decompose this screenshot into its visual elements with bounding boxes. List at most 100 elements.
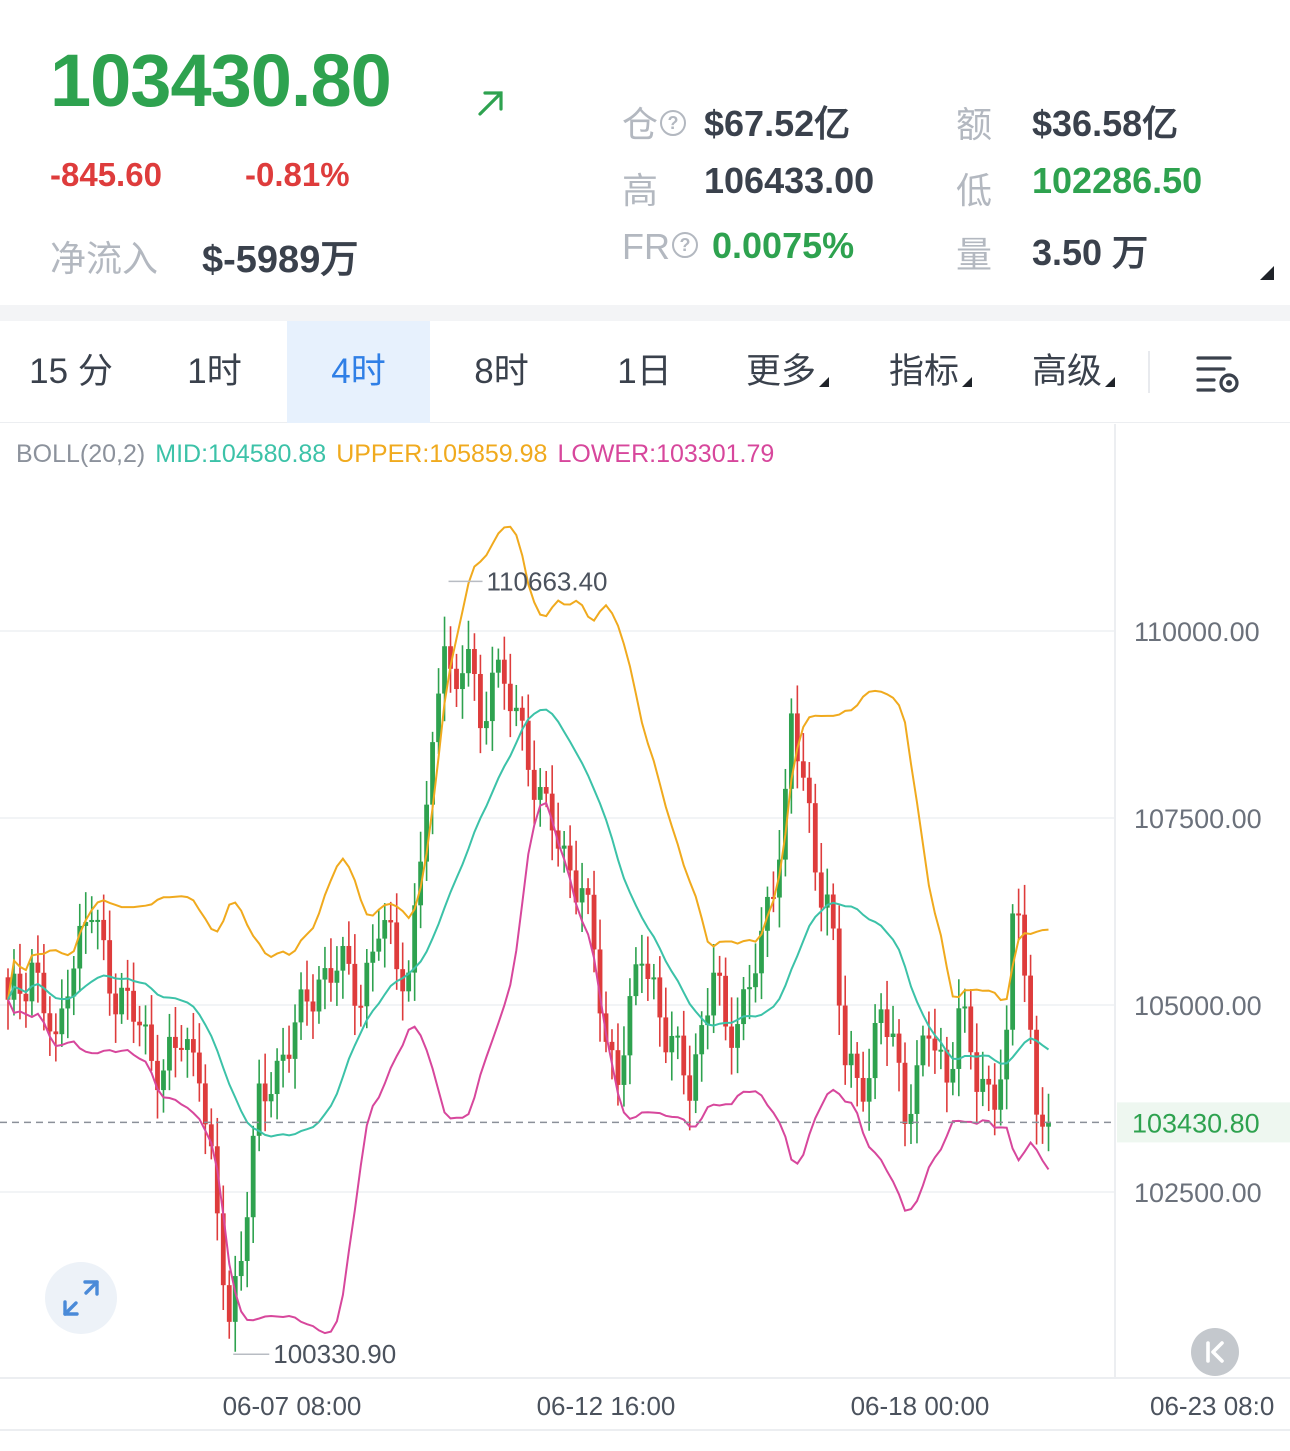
price-change: -845.60 — [50, 156, 162, 193]
question-circle-icon[interactable]: ? — [672, 232, 698, 259]
tab-15m[interactable]: 15 分 — [0, 321, 142, 423]
candle-body — [179, 1047, 184, 1050]
candle-body — [525, 720, 531, 770]
candle-body — [519, 707, 525, 721]
candle-body — [190, 1039, 196, 1053]
candle-body — [699, 1025, 705, 1055]
candle-body — [675, 1035, 681, 1038]
candle-body — [669, 1035, 675, 1053]
candle-body — [968, 1006, 974, 1053]
tab-indicators[interactable]: 指标 — [859, 321, 1002, 423]
candle-body — [1040, 1114, 1045, 1127]
candle-body — [639, 963, 645, 966]
low-label: 低 — [956, 170, 993, 211]
interval-tabs: 15 分 1时 4时 8时 1日 更多 指标 高级 — [0, 321, 1290, 423]
candle-body — [818, 872, 824, 908]
candle-body — [466, 649, 471, 674]
candle-body — [376, 938, 382, 952]
candle-body — [23, 993, 29, 1002]
candle-body — [202, 1083, 208, 1125]
candle-body — [513, 707, 519, 712]
candle-body — [382, 920, 388, 939]
candle-body — [59, 1008, 65, 1035]
candle-body — [484, 721, 489, 729]
candle-body — [932, 1038, 938, 1051]
price-chart[interactable]: 110000.00 107500.00 105000.00 102500.00 1034… — [0, 424, 1290, 1451]
candle-body — [854, 1053, 860, 1078]
candle-body — [872, 1022, 878, 1079]
candle-body — [41, 972, 47, 1014]
question-circle-icon[interactable]: ? — [660, 110, 687, 137]
candle-body — [489, 672, 495, 722]
candle-body — [962, 1006, 968, 1009]
chart-settings-icon[interactable] — [1194, 352, 1242, 394]
candle-body — [753, 973, 758, 988]
candle-body — [531, 769, 537, 800]
boll-upper: UPPER:105859.98 — [336, 440, 548, 468]
candle-body — [633, 964, 639, 997]
candle-body — [663, 1017, 669, 1053]
y-tick-label: 110000.00 — [1134, 617, 1260, 647]
candle-body — [986, 1078, 992, 1085]
candle-body — [388, 920, 394, 923]
candlestick-chart[interactable]: 110000.00 107500.00 105000.00 102500.00 1034… — [0, 424, 1290, 1451]
candle-body — [717, 972, 723, 976]
candle-body — [298, 989, 304, 1023]
candle-body — [729, 1026, 734, 1048]
candle-body — [1022, 914, 1027, 976]
boll-lower: LOWER:103301.79 — [557, 440, 775, 468]
tab-8h[interactable]: 8时 — [430, 321, 573, 423]
high-value: 106433.00 — [704, 160, 875, 201]
candle-body — [884, 1009, 890, 1038]
dropdown-triangle-icon — [819, 377, 829, 387]
candle-body — [53, 1031, 59, 1035]
candle-body — [167, 1036, 172, 1071]
last-price-label: 103430.80 — [1132, 1108, 1260, 1138]
tab-1d[interactable]: 1日 — [573, 321, 716, 423]
candle-body — [460, 673, 465, 690]
candle-body — [89, 919, 95, 923]
tab-4h[interactable]: 4时 — [287, 321, 430, 423]
candle-body — [238, 1261, 244, 1277]
candle-body — [950, 1068, 956, 1083]
candle-body — [1004, 1029, 1010, 1080]
candle-body — [173, 1036, 178, 1048]
candle-body — [1028, 975, 1033, 1030]
candle-body — [591, 894, 597, 950]
tab-more[interactable]: 更多 — [716, 321, 859, 423]
candle-body — [35, 962, 41, 973]
candle-body — [866, 1078, 872, 1102]
price-change-percent: -0.81% — [245, 156, 350, 193]
tab-advanced[interactable]: 高级 — [1002, 321, 1145, 423]
boll-name: BOLL(20,2) — [16, 440, 146, 468]
candle-body — [161, 1070, 166, 1091]
y-tick-label: 107500.00 — [1134, 804, 1262, 834]
candle-body — [196, 1052, 202, 1084]
amount-label: 额 — [956, 104, 993, 145]
fullscreen-button[interactable] — [45, 1262, 117, 1334]
candle-body — [860, 1077, 866, 1102]
candle-body — [878, 1009, 884, 1023]
candle-body — [454, 668, 459, 690]
candle-body — [657, 977, 663, 1018]
candle-body — [101, 919, 107, 941]
candle-body — [902, 1062, 908, 1124]
candle-body — [735, 1024, 740, 1048]
candle-body — [262, 1083, 268, 1102]
candle-body — [280, 1054, 286, 1061]
section-divider — [0, 305, 1290, 321]
candle-body — [914, 1065, 920, 1114]
skip-to-latest-button[interactable] — [1191, 1328, 1239, 1376]
candle-body — [747, 987, 752, 990]
candle-body — [29, 962, 35, 1002]
candle-body — [400, 969, 406, 992]
candle-body — [250, 1135, 256, 1218]
candle-body — [304, 989, 310, 1002]
candle-body — [974, 1052, 980, 1092]
tab-1h[interactable]: 1时 — [143, 321, 286, 423]
y-tick-label: 105000.00 — [1134, 991, 1262, 1021]
high-label: 高 — [622, 170, 659, 211]
expand-stats-toggle[interactable] — [1260, 266, 1274, 280]
x-tick-label: 06-07 08:00 — [223, 1391, 362, 1421]
candle-body — [472, 649, 477, 674]
